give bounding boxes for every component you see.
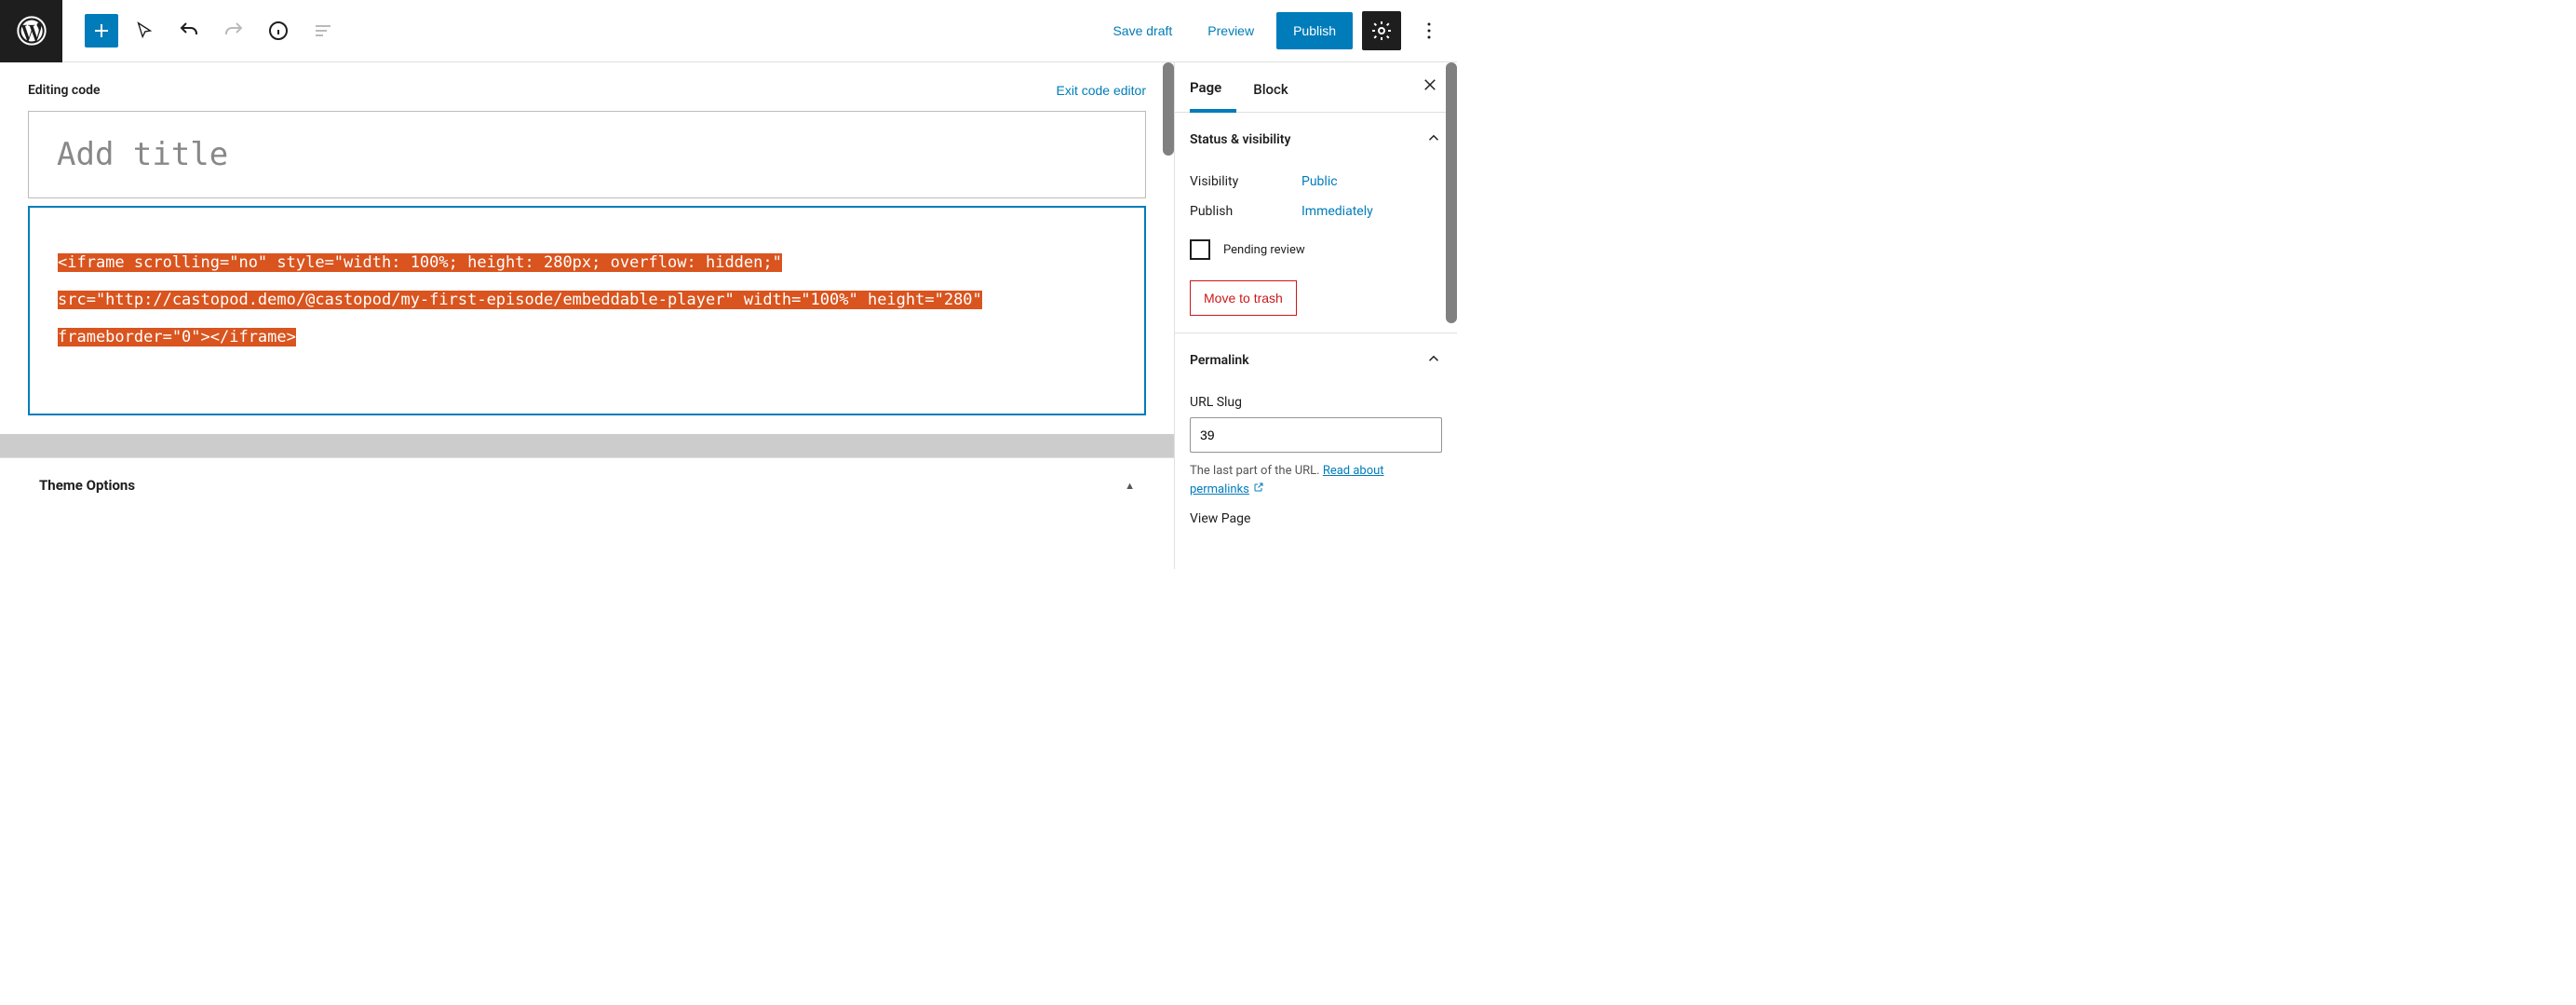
url-slug-input[interactable] — [1190, 417, 1442, 453]
redo-button[interactable] — [215, 12, 252, 49]
theme-options-panel[interactable]: Theme Options ▲ — [0, 457, 1174, 512]
pending-review-label: Pending review — [1223, 243, 1305, 257]
publish-label: Publish — [1190, 204, 1301, 219]
pending-review-row: Pending review — [1190, 226, 1442, 273]
theme-options-label: Theme Options — [39, 477, 135, 494]
wordpress-logo[interactable] — [0, 0, 62, 62]
visibility-value[interactable]: Public — [1301, 174, 1338, 189]
sidebar-scrollbar[interactable] — [1446, 62, 1457, 323]
editor-column: Editing code Exit code editor <iframe sc… — [0, 62, 1174, 569]
tab-block[interactable]: Block — [1253, 64, 1302, 111]
wordpress-icon — [17, 16, 47, 46]
editing-code-label: Editing code — [28, 83, 101, 98]
gear-icon — [1370, 20, 1393, 42]
redo-icon — [223, 20, 245, 42]
exit-code-editor-button[interactable]: Exit code editor — [1057, 83, 1147, 98]
tools-button[interactable] — [126, 12, 163, 49]
caret-up-icon: ▲ — [1125, 480, 1135, 492]
publish-row: Publish Immediately — [1190, 197, 1442, 226]
permalink-body: URL Slug The last part of the URL. Read … — [1190, 371, 1442, 526]
url-slug-label: URL Slug — [1190, 395, 1442, 410]
permalink-title: Permalink — [1190, 353, 1249, 368]
separator-bar — [0, 434, 1174, 457]
publish-button[interactable]: Publish — [1276, 12, 1353, 49]
status-visibility-header[interactable]: Status & visibility — [1190, 129, 1442, 150]
status-visibility-body: Visibility Public Publish Immediately Pe… — [1190, 150, 1442, 316]
undo-button[interactable] — [170, 12, 208, 49]
close-sidebar-button[interactable] — [1418, 73, 1442, 102]
permalink-help-text: The last part of the URL. Read about per… — [1190, 462, 1442, 498]
title-input[interactable] — [28, 111, 1146, 198]
code-selection: <iframe scrolling="no" style="width: 100… — [58, 253, 982, 346]
publish-value[interactable]: Immediately — [1301, 204, 1373, 219]
tab-page[interactable]: Page — [1190, 62, 1236, 113]
editor-header: Editing code Exit code editor — [0, 62, 1174, 111]
move-to-trash-button[interactable]: Move to trash — [1190, 280, 1297, 316]
view-page-label: View Page — [1190, 511, 1442, 526]
preview-button[interactable]: Preview — [1194, 14, 1267, 48]
info-button[interactable] — [260, 12, 297, 49]
chevron-up-icon — [1425, 350, 1442, 371]
outline-button[interactable] — [304, 12, 342, 49]
external-link-icon — [1253, 481, 1264, 499]
close-icon — [1422, 76, 1438, 93]
info-icon — [267, 20, 290, 42]
add-block-button[interactable] — [85, 14, 118, 48]
editor-scrollbar[interactable] — [1163, 62, 1174, 156]
status-visibility-title: Status & visibility — [1190, 132, 1290, 147]
cursor-icon — [134, 20, 155, 41]
settings-sidebar: Page Block Status & visibility — [1174, 62, 1457, 569]
permalink-panel: Permalink URL Slug The last part of the … — [1175, 333, 1457, 543]
visibility-row: Visibility Public — [1190, 167, 1442, 197]
undo-icon — [178, 20, 200, 42]
settings-button[interactable] — [1362, 11, 1401, 50]
status-visibility-panel: Status & visibility Visibility Public Pu… — [1175, 113, 1457, 333]
help-text-prefix: The last part of the URL. — [1190, 464, 1323, 478]
main-area: Editing code Exit code editor <iframe sc… — [0, 62, 1457, 569]
toolbar-left-group — [62, 12, 342, 49]
pending-review-checkbox[interactable] — [1190, 239, 1210, 260]
toolbar-right-group: Save draft Preview Publish — [1099, 11, 1457, 50]
editor-body: <iframe scrolling="no" style="width: 100… — [0, 111, 1174, 415]
more-options-button[interactable] — [1410, 12, 1448, 49]
kebab-icon — [1418, 20, 1440, 42]
chevron-up-icon — [1425, 129, 1442, 150]
permalink-header[interactable]: Permalink — [1190, 350, 1442, 371]
list-icon — [312, 20, 334, 42]
save-draft-button[interactable]: Save draft — [1099, 14, 1185, 48]
plus-icon — [90, 20, 113, 42]
visibility-label: Visibility — [1190, 174, 1301, 189]
sidebar-tabs: Page Block — [1175, 62, 1457, 113]
top-toolbar: Save draft Preview Publish — [0, 0, 1457, 62]
app-root: Save draft Preview Publish — [0, 0, 1457, 569]
code-textarea[interactable]: <iframe scrolling="no" style="width: 100… — [28, 206, 1146, 415]
